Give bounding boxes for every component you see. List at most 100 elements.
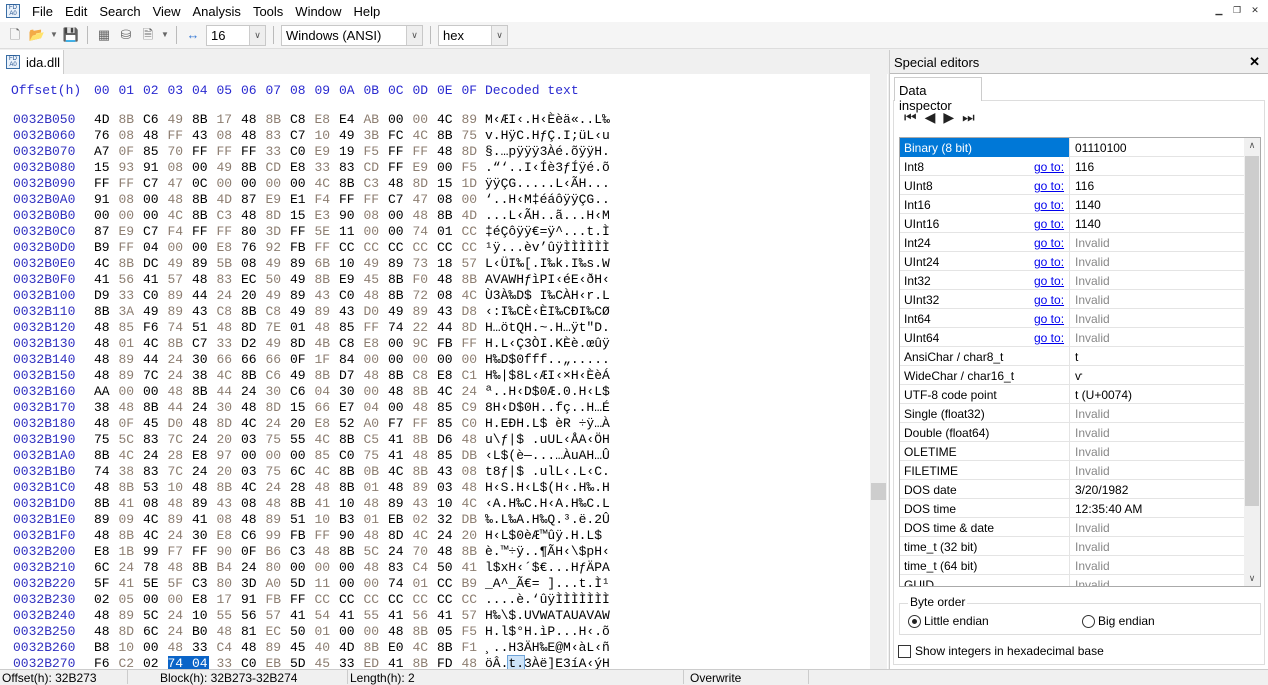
menu-edit[interactable]: Edit <box>59 4 93 19</box>
hex-byte[interactable]: 01 <box>364 480 389 495</box>
hex-byte[interactable]: 8B <box>339 464 364 479</box>
hex-byte[interactable]: E8 <box>315 416 340 431</box>
hex-byte[interactable]: 44 <box>192 288 217 303</box>
hex-byte[interactable]: C8 <box>217 304 242 319</box>
hex-byte[interactable]: 91 <box>94 192 119 207</box>
last-icon[interactable]: ⏭ <box>962 109 975 126</box>
hex-byte[interactable]: 00 <box>119 208 144 223</box>
hex-byte[interactable]: C0 <box>290 144 315 159</box>
hex-byte[interactable]: B3 <box>339 512 364 527</box>
hex-byte[interactable]: 30 <box>266 384 291 399</box>
hex-byte[interactable]: 33 <box>266 144 291 159</box>
hex-byte[interactable]: 48 <box>462 432 487 447</box>
inspector-row[interactable]: UInt24 go to: Invalid <box>900 252 1244 271</box>
hex-byte[interactable]: 8D <box>266 400 291 415</box>
hex-byte[interactable]: 41 <box>388 448 413 463</box>
inspector-row[interactable]: time_t (64 bit) Invalid <box>900 556 1244 575</box>
hex-byte[interactable]: 76 <box>241 240 266 255</box>
hex-byte[interactable]: 09 <box>119 512 144 527</box>
hex-byte[interactable]: 89 <box>192 496 217 511</box>
hex-byte[interactable]: 4C <box>119 448 144 463</box>
hex-byte[interactable]: C5 <box>364 432 389 447</box>
hex-byte[interactable]: E8 <box>364 336 389 351</box>
decoded-text[interactable]: H.L‹Ç3ÒI.KÈè.œûÿ <box>485 336 610 351</box>
hex-byte[interactable]: CC <box>364 240 389 255</box>
hex-byte[interactable]: 51 <box>290 512 315 527</box>
hex-byte[interactable]: FF <box>315 240 340 255</box>
hex-byte[interactable]: 50 <box>437 560 462 575</box>
hex-byte[interactable]: 7C <box>143 368 168 383</box>
hex-byte[interactable]: 00 <box>143 208 168 223</box>
hex-byte[interactable]: 89 <box>168 512 193 527</box>
hex-byte[interactable]: 75 <box>266 464 291 479</box>
hex-byte[interactable]: 49 <box>168 112 193 127</box>
hex-byte[interactable]: 57 <box>462 608 487 623</box>
hex-byte[interactable]: 56 <box>413 608 438 623</box>
hex-byte[interactable]: 24 <box>266 480 291 495</box>
hex-byte[interactable]: D0 <box>168 416 193 431</box>
hex-byte[interactable]: C4 <box>413 560 438 575</box>
decoded-text[interactable]: ‹:I‰CÈ‹ÈI‰CÐI‰CØ <box>485 304 610 319</box>
minimize-icon[interactable]: ▁ <box>1212 4 1226 17</box>
hex-byte[interactable]: 41 <box>339 608 364 623</box>
hex-byte[interactable]: 03 <box>437 480 462 495</box>
hex-byte[interactable]: 75 <box>462 128 487 143</box>
hex-byte[interactable]: CD <box>266 160 291 175</box>
hex-byte[interactable]: 04 <box>315 384 340 399</box>
hex-byte[interactable]: 57 <box>168 272 193 287</box>
hex-byte[interactable]: 8B <box>119 528 144 543</box>
goto-link[interactable]: go to: <box>1034 312 1064 326</box>
goto-link[interactable]: go to: <box>1034 236 1064 250</box>
hex-byte[interactable]: C8 <box>413 368 438 383</box>
hex-byte[interactable]: 00 <box>217 176 242 191</box>
decoded-text[interactable]: .“‘..I‹Íè3ƒÍÿé.õ <box>485 160 610 175</box>
hex-byte[interactable]: 04 <box>364 400 389 415</box>
hex-byte[interactable]: C3 <box>217 208 242 223</box>
inspector-value[interactable]: ѵ <box>1075 369 1083 383</box>
hex-byte[interactable]: 8B <box>94 496 119 511</box>
hex-byte[interactable]: C6 <box>290 384 315 399</box>
hex-byte[interactable]: 45 <box>143 416 168 431</box>
inspector-value[interactable]: Invalid <box>1075 407 1110 421</box>
hex-byte[interactable]: 90 <box>339 208 364 223</box>
hex-byte[interactable]: 48 <box>315 480 340 495</box>
hex-byte[interactable]: 66 <box>266 352 291 367</box>
chevron-down-icon[interactable]: ∨ <box>249 25 265 45</box>
hex-byte[interactable]: 41 <box>388 432 413 447</box>
hex-byte[interactable]: 08 <box>217 128 242 143</box>
hex-byte[interactable]: 11 <box>315 576 340 591</box>
hex-byte[interactable]: 8B <box>217 480 242 495</box>
hex-byte[interactable]: 48 <box>241 640 266 655</box>
hex-byte[interactable]: 08 <box>217 512 242 527</box>
hex-byte[interactable]: CC <box>388 592 413 607</box>
decoded-text[interactable]: H.l$°H.ìP...H‹.õ <box>485 624 610 639</box>
hex-byte[interactable]: 4C <box>413 528 438 543</box>
hex-byte[interactable]: A0 <box>364 416 389 431</box>
hex-byte[interactable]: 48 <box>94 608 119 623</box>
little-endian-radio[interactable]: Little endian <box>908 614 989 628</box>
hex-editor[interactable]: Offset(h) 00 01 02 03 04 05 06 07 08 09 0A 0B 0C 0D 0E… <box>0 74 888 673</box>
hex-byte[interactable]: 99 <box>266 528 291 543</box>
hex-byte[interactable]: 4C <box>315 464 340 479</box>
hex-byte[interactable]: 75 <box>364 448 389 463</box>
hex-byte[interactable]: 85 <box>143 144 168 159</box>
hex-byte[interactable]: EC <box>241 272 266 287</box>
hex-byte[interactable]: 47 <box>413 192 438 207</box>
chevron-down-icon[interactable]: ∨ <box>406 25 422 45</box>
hex-byte[interactable]: 48 <box>217 624 242 639</box>
scrollbar-thumb[interactable] <box>1245 156 1259 506</box>
hex-byte[interactable]: FF <box>290 224 315 239</box>
hex-byte[interactable]: E4 <box>339 112 364 127</box>
decoded-text[interactable]: ...L‹ÃH..ã...H‹M <box>485 208 610 223</box>
hex-byte[interactable]: 48 <box>388 176 413 191</box>
goto-link[interactable]: go to: <box>1034 255 1064 269</box>
goto-link[interactable]: go to: <box>1034 293 1064 307</box>
hex-byte[interactable]: 48 <box>168 640 193 655</box>
hex-byte[interactable]: CC <box>339 592 364 607</box>
hex-byte[interactable]: 83 <box>339 160 364 175</box>
inspector-value[interactable]: Invalid <box>1075 312 1110 326</box>
hex-byte[interactable]: 5C <box>364 544 389 559</box>
hex-byte[interactable]: 8B <box>168 336 193 351</box>
hex-byte[interactable]: 48 <box>462 480 487 495</box>
hex-byte[interactable]: 05 <box>437 624 462 639</box>
